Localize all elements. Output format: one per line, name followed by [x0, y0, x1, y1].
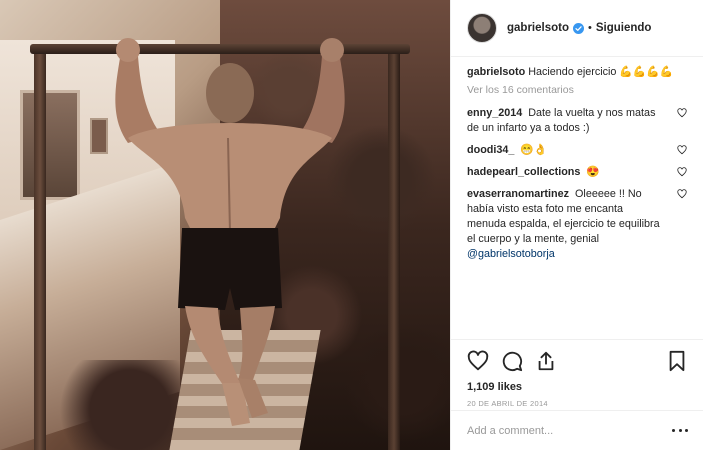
follow-status-button[interactable]: Siguiendo: [596, 22, 652, 34]
share-upload-icon[interactable]: [535, 350, 557, 372]
more-options-icon[interactable]: [672, 428, 688, 434]
comment-username[interactable]: doodi34_: [467, 144, 514, 156]
more-dot: [678, 429, 682, 432]
action-buttons-row: [467, 349, 688, 373]
comment-text: 😁👌: [520, 144, 548, 156]
pullup-bar-pole-right: [388, 44, 400, 450]
comment-username[interactable]: evaserranomartinez: [467, 188, 569, 200]
comment-item: doodi34_ 😁👌: [467, 143, 687, 158]
comment-item: evaserranomartinez Oleeeee !! No había v…: [467, 187, 687, 262]
view-comments-count: 16: [502, 84, 514, 96]
verified-badge-icon: [572, 22, 584, 34]
add-comment-bar: [451, 410, 703, 450]
comment-heart-icon[interactable]: [677, 167, 687, 177]
avatar[interactable]: [467, 13, 497, 43]
pullup-bar-pole-left: [34, 44, 46, 450]
post-caption: gabrielsoto Haciendo ejercicio 💪💪💪💪: [467, 65, 687, 80]
more-dot: [685, 429, 688, 432]
comment-item: hadepearl_collections 😍: [467, 165, 687, 180]
caption-text: Haciendo ejercicio 💪💪💪💪: [528, 66, 674, 78]
comment-item: enny_2014 Date la vuelta y nos matas de …: [467, 106, 687, 136]
header-separator: •: [587, 22, 592, 34]
likes-count[interactable]: 1,109 likes: [467, 381, 688, 393]
header-username[interactable]: gabrielsoto: [507, 22, 569, 34]
post-actions: 1,109 likes 20 de abril de 2014: [451, 339, 703, 408]
bookmark-icon[interactable]: [666, 350, 688, 372]
comment-heart-icon[interactable]: [677, 108, 687, 118]
comment-text: 😍: [586, 166, 600, 178]
post-header: gabrielsoto • Siguiendo: [451, 0, 703, 57]
more-dot: [672, 429, 675, 432]
photo-person: [115, 38, 345, 426]
view-comments-prefix: Ver los: [467, 84, 503, 96]
post-timestamp: 20 de abril de 2014: [467, 399, 548, 408]
caption-username[interactable]: gabrielsoto: [467, 66, 525, 78]
comment-username[interactable]: hadepearl_collections: [467, 166, 580, 178]
comment-bubble-icon[interactable]: [501, 350, 523, 372]
comments-list: gabrielsoto Haciendo ejercicio 💪💪💪💪 Ver …: [451, 57, 703, 339]
comment-username[interactable]: enny_2014: [467, 107, 522, 119]
comment-heart-icon[interactable]: [677, 189, 687, 199]
add-comment-input[interactable]: [467, 424, 672, 437]
heart-icon[interactable]: [467, 350, 489, 372]
post-side-panel: gabrielsoto • Siguiendo gabrielsoto Haci…: [450, 0, 703, 450]
view-all-comments-link[interactable]: Ver los 16 comentarios: [467, 84, 687, 96]
view-comments-suffix: comentarios: [513, 84, 574, 96]
post-photo[interactable]: [0, 0, 450, 450]
comment-heart-icon[interactable]: [677, 145, 687, 155]
photo-window: [20, 90, 80, 200]
comment-mention-link[interactable]: @gabrielsotoborja: [467, 248, 555, 260]
